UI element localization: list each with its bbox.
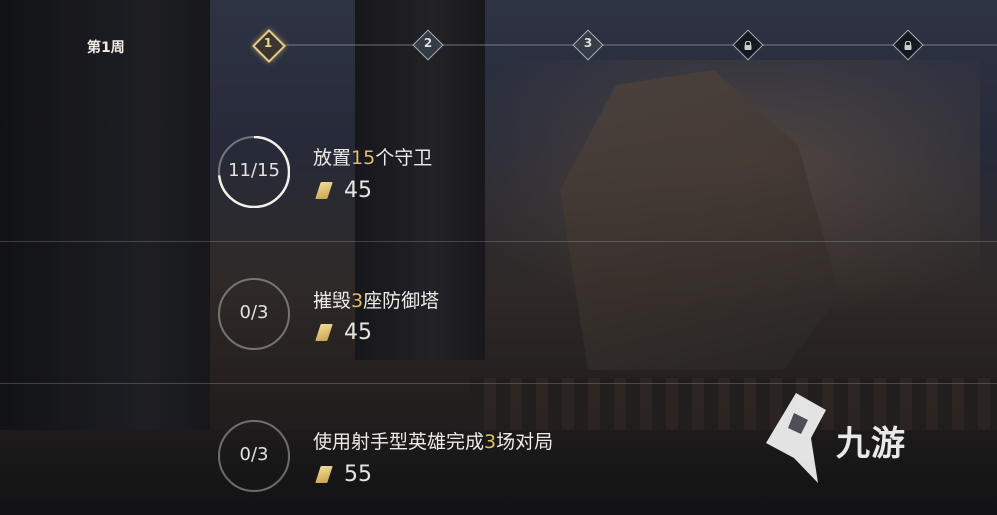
- lock-icon: [904, 41, 912, 50]
- task-text: 个守卫: [375, 147, 433, 169]
- stage-number: 1: [263, 36, 273, 50]
- row-divider: [0, 241, 997, 242]
- week-label: 第1周: [87, 40, 125, 56]
- progress-ring: 11/15: [218, 136, 290, 208]
- task-text: 座防御塔: [363, 290, 440, 312]
- task-reward: 45: [315, 320, 372, 345]
- task-text: 使用射手型英雄完成: [313, 431, 485, 453]
- task-text: 放置: [313, 147, 352, 169]
- task-description: 使用射手型英雄完成3场对局: [313, 427, 553, 454]
- progress-text: 0/3: [239, 444, 269, 465]
- stage-node-2[interactable]: 2: [412, 29, 444, 61]
- lock-icon: [744, 41, 752, 50]
- task-highlight: 3: [484, 431, 497, 453]
- stage-node-4-locked[interactable]: [732, 29, 764, 61]
- task-text: 摧毁: [313, 290, 352, 312]
- stage-node-5-locked[interactable]: [892, 29, 924, 61]
- reward-amount: 55: [344, 462, 372, 487]
- nine-game-logo-icon: [766, 393, 826, 483]
- watermark-logo: 九游: [756, 388, 956, 488]
- task-highlight: 15: [351, 147, 376, 169]
- task-text: 场对局: [496, 431, 554, 453]
- stage-node-1[interactable]: 1: [252, 29, 286, 63]
- reward-amount: 45: [344, 178, 372, 203]
- stage-number: 3: [583, 36, 593, 50]
- gold-bar-icon: [315, 182, 333, 199]
- progress-ring: 0/3: [218, 420, 290, 492]
- task-reward: 45: [315, 178, 372, 203]
- gold-bar-icon: [315, 324, 333, 341]
- progress-ring: 0/3: [218, 278, 290, 350]
- task-description: 摧毁3座防御塔: [313, 286, 439, 313]
- task-description: 放置15个守卫: [313, 143, 432, 170]
- stage-node-3[interactable]: 3: [572, 29, 604, 61]
- stage-track: [268, 44, 997, 46]
- gold-bar-icon: [315, 466, 333, 483]
- row-divider: [0, 383, 997, 384]
- stage-number: 2: [423, 36, 433, 50]
- reward-amount: 45: [344, 320, 372, 345]
- progress-text: 11/15: [228, 160, 280, 181]
- progress-text: 0/3: [239, 302, 269, 323]
- task-highlight: 3: [351, 290, 364, 312]
- watermark-text: 九游: [836, 424, 906, 464]
- task-reward: 55: [315, 462, 372, 487]
